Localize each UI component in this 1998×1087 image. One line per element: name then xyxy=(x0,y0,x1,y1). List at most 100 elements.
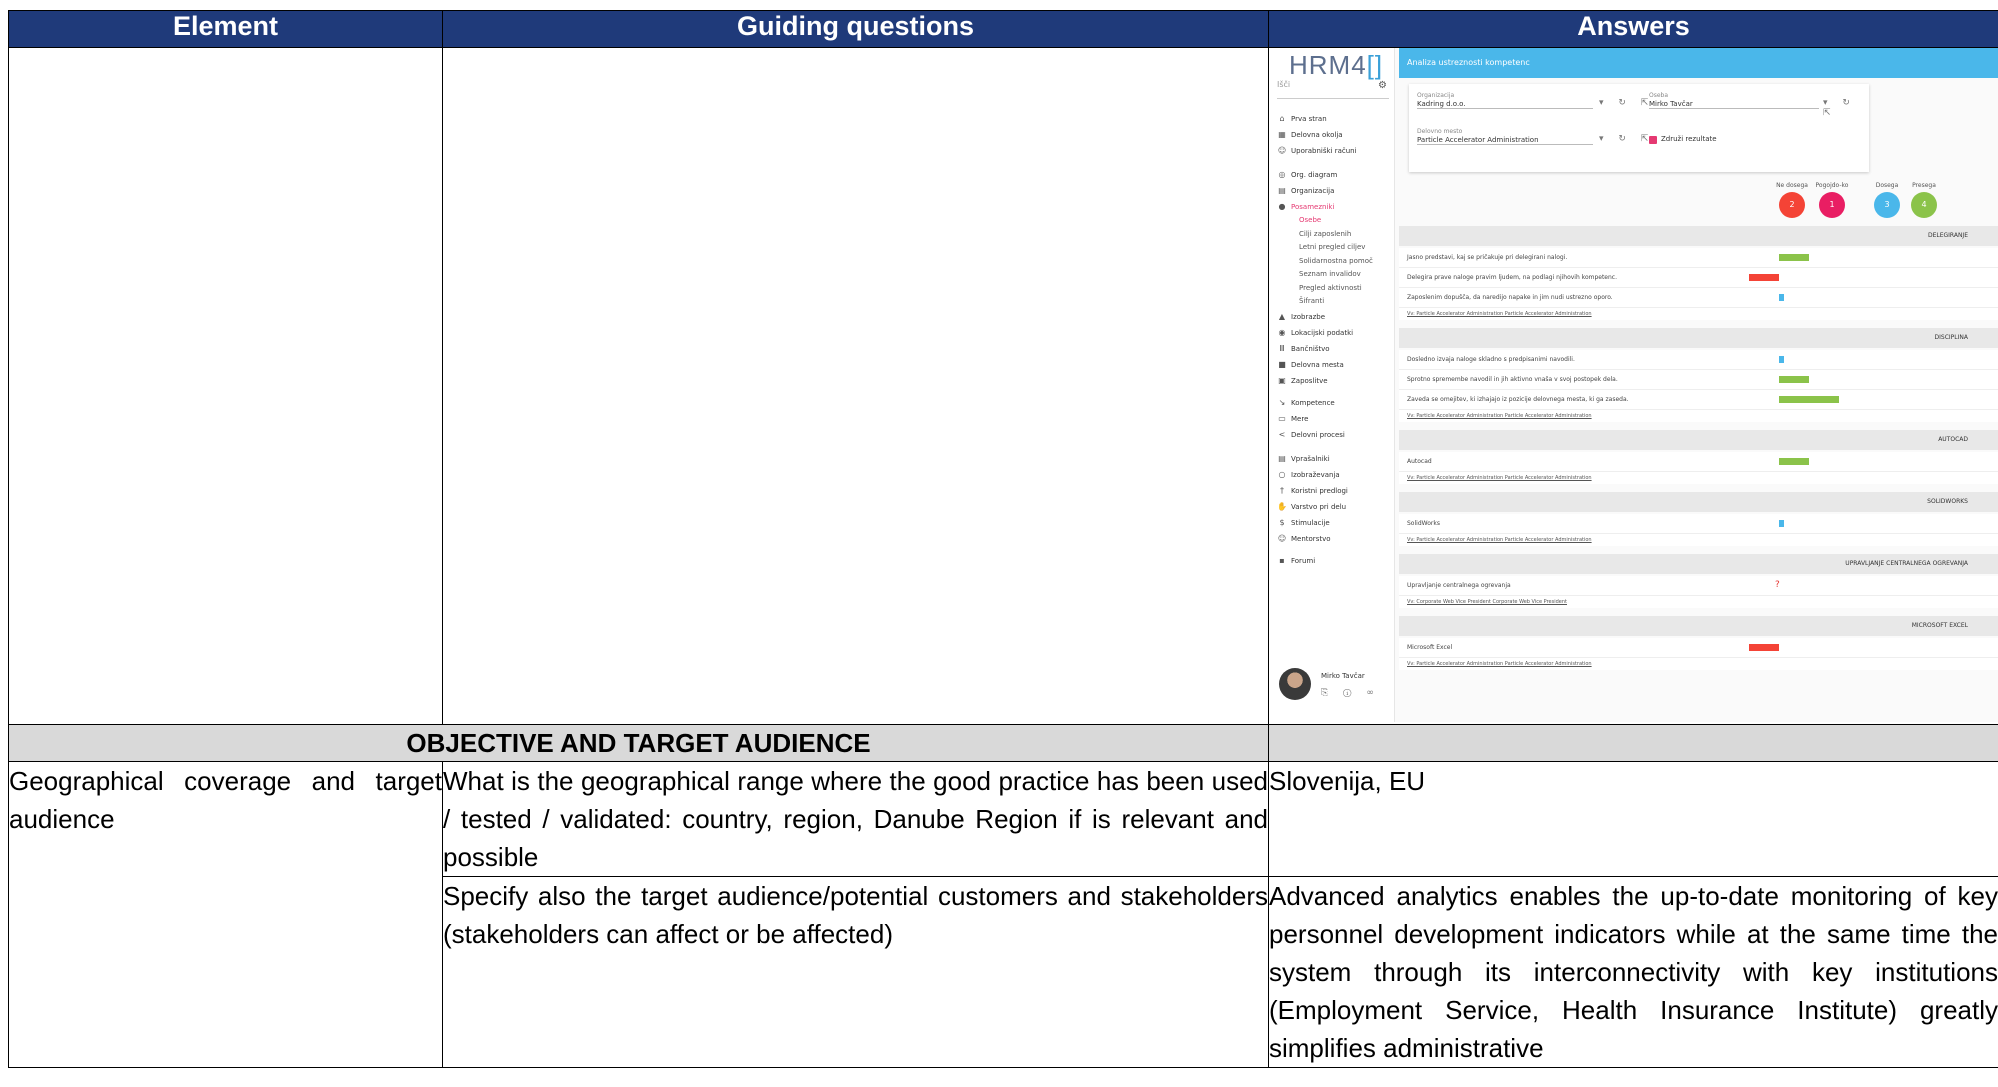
sidebar-item-3[interactable]: ◎ Org. diagram xyxy=(1277,170,1338,179)
sidebar-item-label: Posamezniki xyxy=(1291,203,1335,211)
app-logo: HRM4[] xyxy=(1289,50,1384,80)
competence-score-bar xyxy=(1779,294,1784,301)
competence-score-bar xyxy=(1779,356,1784,363)
sidebar-item-b6[interactable]: ▭ Mere xyxy=(1277,414,1308,423)
sidebar-item-b5[interactable]: ↘ Kompetence xyxy=(1277,398,1335,407)
org-actions[interactable]: ▾ ↻ ⇱ xyxy=(1599,98,1654,108)
evaluator-link[interactable]: Vv: Particle Accelerator Administration … xyxy=(1399,410,1998,422)
competence-score-bar xyxy=(1779,396,1839,403)
org-select[interactable]: Kadring d.o.o. xyxy=(1417,100,1593,109)
sidebar-subitem-3[interactable]: Solidarnostna pomoč xyxy=(1299,257,1373,265)
competence-section-header: AUTOCAD xyxy=(1399,430,1998,450)
suitcase-icon: ▣ xyxy=(1278,376,1286,385)
sidebar-subitem-0[interactable]: Osebe xyxy=(1299,216,1321,224)
competence-score-bar xyxy=(1779,376,1809,383)
combine-label: Združi rezultate xyxy=(1661,135,1717,143)
evaluator-link[interactable]: Vv: Corporate Web Vice President Corpora… xyxy=(1399,596,1998,608)
sidebar-item-b14[interactable]: ▪ Forumi xyxy=(1277,556,1315,565)
sidebar-subitem-2[interactable]: Letni pregled ciljev xyxy=(1299,243,1365,251)
home-icon: ⌂ xyxy=(1279,114,1285,123)
sidebar-item-b4[interactable]: ▣ Zaposlitve xyxy=(1277,376,1327,385)
sidebar-item-5[interactable]: ● Posamezniki xyxy=(1277,202,1335,211)
sidebar-subitem-5[interactable]: Pregled aktivnosti xyxy=(1299,284,1362,292)
evaluator-link[interactable]: Vv: Particle Accelerator Administration … xyxy=(1399,472,1998,484)
sidebar-item-b8[interactable]: ▤ Vprašalniki xyxy=(1277,454,1329,463)
header-row: Element Guiding questions Answers xyxy=(8,10,1998,48)
summary-label: Pogojdo-ko xyxy=(1815,182,1849,189)
sidebar-item-b9[interactable]: ○ Izobraževanja xyxy=(1277,470,1340,479)
sidebar-item-label: Delovna mesta xyxy=(1291,361,1344,369)
sidebar-item-label: Koristni predlogi xyxy=(1291,487,1348,495)
sidebar-item-1[interactable]: ▦ Delovna okolja xyxy=(1277,130,1342,139)
sidebar-item-label: Bančništvo xyxy=(1291,345,1330,353)
summary-label: Ne dosega xyxy=(1776,182,1808,189)
sidebar-search[interactable]: Išči ⚙ xyxy=(1277,80,1389,99)
competence-question-row: SolidWorks xyxy=(1399,514,1998,534)
sidebar-subitem-1[interactable]: Cilji zaposlenih xyxy=(1299,230,1351,238)
sidebar-item-label: Izobraževanja xyxy=(1291,471,1340,479)
sidebar-item-b3[interactable]: ■ Delovna mesta xyxy=(1277,360,1344,369)
question-cell-geography: What is the geographical range where the… xyxy=(442,761,1269,877)
sidebar-subitem-6[interactable]: Šifranti xyxy=(1299,297,1324,305)
section-heading-empty xyxy=(1268,724,1998,762)
combine-checkbox[interactable] xyxy=(1649,136,1657,144)
sidebar-user: Mirko Tavčar ⎘ ⓘ ∞ xyxy=(1279,668,1389,708)
mentor-icon: ☺ xyxy=(1277,534,1287,543)
sidebar-item-label: Stimulacije xyxy=(1291,519,1330,527)
screenshot-row: HRM4[] Išči ⚙ Mirko Tavčar ⎘ ⓘ ∞ ⌂ Prva st… xyxy=(8,47,1998,725)
good-practice-table: Element Guiding questions Answers HRM4[]… xyxy=(8,10,1998,1068)
sidebar-item-label: Delovni procesi xyxy=(1291,431,1345,439)
sidebar-item-4[interactable]: ▤ Organizacija xyxy=(1277,186,1334,195)
person-actions[interactable]: ▾ ↻ ⇱ xyxy=(1823,98,1869,118)
summary-label: Dosega xyxy=(1875,182,1899,189)
section-heading-row: OBJECTIVE AND TARGET AUDIENCE xyxy=(8,724,1998,762)
competence-question-row: Dosledno izvaja naloge skladno s predpis… xyxy=(1399,350,1998,370)
summary-label: Presega xyxy=(1912,182,1936,189)
sidebar-item-label: Organizacija xyxy=(1291,187,1335,195)
post-actions[interactable]: ▾ ↻ ⇱ xyxy=(1599,134,1654,144)
sidebar-item-b1[interactable]: ◉ Lokacijski podatki xyxy=(1277,328,1354,337)
sidebar-subitem-4[interactable]: Seznam invalidov xyxy=(1299,270,1361,278)
sidebar-item-b7[interactable]: < Delovni procesi xyxy=(1277,430,1345,439)
summary-count-badge: 2 xyxy=(1779,192,1805,218)
app-main: Analiza ustreznosti kompetenc Organizaci… xyxy=(1399,48,1998,722)
competence-section-header: MICROSOFT EXCEL xyxy=(1399,616,1998,636)
bank-icon: Ⅲ xyxy=(1279,344,1285,353)
sidebar-item-label: Forumi xyxy=(1291,557,1316,565)
evaluator-link[interactable]: Vv: Particle Accelerator Administration … xyxy=(1399,534,1998,546)
user-action-icons[interactable]: ⎘ ⓘ ∞ xyxy=(1321,688,1380,698)
idea-icon: † xyxy=(1280,486,1284,495)
app-topbar: Analiza ustreznosti kompetenc xyxy=(1399,48,1998,78)
sidebar-item-b10[interactable]: † Koristni predlogi xyxy=(1277,486,1348,495)
sidebar-item-b2[interactable]: Ⅲ Bančništvo xyxy=(1277,344,1330,353)
gear-icon[interactable]: ⚙ xyxy=(1378,80,1387,91)
answer-cell-audience: Advanced analytics enables the up-to-dat… xyxy=(1268,876,1998,1068)
evaluator-link[interactable]: Vv: Particle Accelerator Administration … xyxy=(1399,658,1998,670)
bulb-icon: ○ xyxy=(1278,470,1286,479)
post-select[interactable]: Particle Accelerator Administration xyxy=(1417,136,1593,145)
hand-icon: ✋ xyxy=(1277,502,1287,511)
evaluator-link[interactable]: Vv: Particle Accelerator Administration … xyxy=(1399,308,1998,320)
app-sidebar: HRM4[] Išči ⚙ Mirko Tavčar ⎘ ⓘ ∞ ⌂ Prva st… xyxy=(1269,48,1395,722)
person-select[interactable]: Mirko Tavčar xyxy=(1649,100,1819,109)
compass-icon: ↘ xyxy=(1278,398,1286,407)
person-label: Oseba xyxy=(1649,92,1669,99)
sidebar-item-b12[interactable]: $ Stimulacije xyxy=(1277,518,1330,527)
sidebar-item-label: Org. diagram xyxy=(1291,171,1338,179)
sidebar-item-b0[interactable]: ▲ Izobrazbe xyxy=(1277,312,1325,321)
org-label: Organizacija xyxy=(1417,92,1455,99)
competence-question-row: Upravljanje centralnega ogrevanja xyxy=(1399,576,1998,596)
org-icon: ▤ xyxy=(1278,186,1286,195)
competence-score-bar xyxy=(1749,644,1779,651)
sidebar-item-b13[interactable]: ☺ Mentorstvo xyxy=(1277,534,1331,543)
sidebar-item-b11[interactable]: ✋ Varstvo pri delu xyxy=(1277,502,1346,511)
competence-score-bar xyxy=(1749,274,1779,281)
summary-count-badge: 3 xyxy=(1874,192,1900,218)
share-icon: < xyxy=(1278,430,1286,439)
sidebar-item-2[interactable]: ☺ Uporabniški računi xyxy=(1277,146,1357,155)
header-element: Element xyxy=(8,10,443,48)
sidebar-item-0[interactable]: ⌂ Prva stran xyxy=(1277,114,1326,123)
competence-section-header: DELEGIRANJE xyxy=(1399,226,1998,246)
competence-section-header: DISCIPLINA xyxy=(1399,328,1998,348)
competence-score-bar xyxy=(1779,520,1784,527)
